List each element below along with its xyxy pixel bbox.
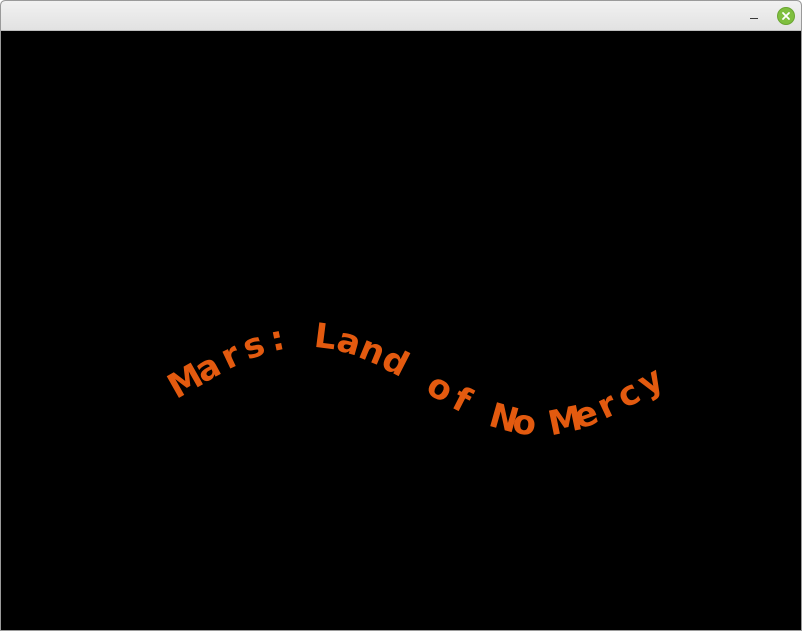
minimize-button[interactable]	[745, 7, 763, 25]
wave-title: Mars: Landof No Mercy	[161, 316, 670, 445]
close-icon	[782, 12, 790, 20]
title-letter: o	[510, 402, 538, 445]
title-bar[interactable]	[1, 1, 801, 31]
title-letter: :	[267, 318, 288, 360]
game-canvas[interactable]: Mars:LandofNoMercy	[1, 31, 801, 630]
game-window: Mars:LandofNoMercy	[0, 0, 802, 631]
close-button[interactable]	[777, 7, 795, 25]
